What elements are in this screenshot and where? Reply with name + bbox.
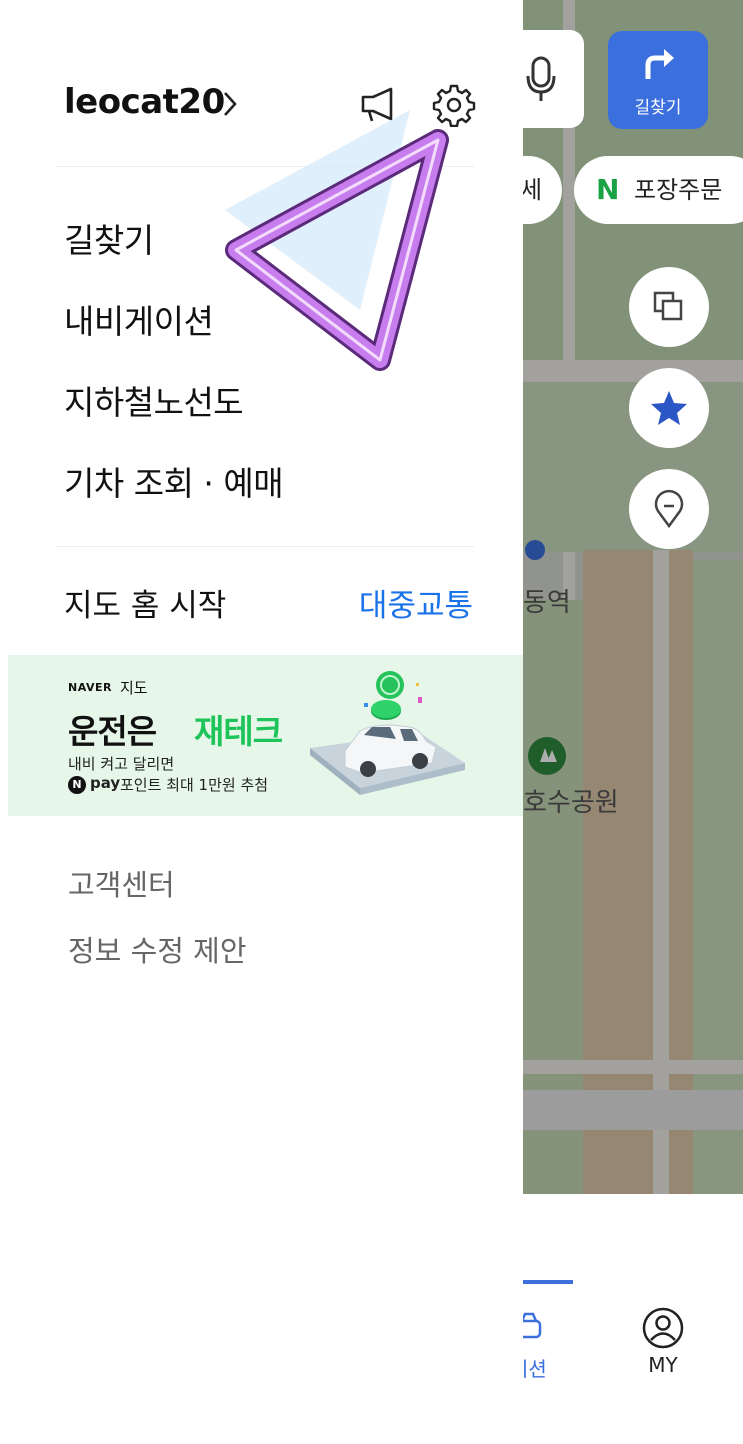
car-coins-illustration <box>310 671 465 795</box>
banner-title-highlight: 재테크 <box>194 712 283 751</box>
favorites-button[interactable] <box>629 368 709 448</box>
route-button-label: 길찾기 <box>634 98 682 118</box>
filter-chip-label: 세 <box>520 176 543 204</box>
profile-icon <box>642 1307 684 1349</box>
tab-indicator <box>523 1280 573 1284</box>
banner-title: 운전은 <box>68 712 157 751</box>
menu-item-navigation[interactable]: 내비게이션 <box>64 295 214 343</box>
layers-icon <box>653 291 683 321</box>
map-home-start-label: 지도 홈 시작 <box>64 588 227 624</box>
banner-subtitle: 내비 켜고 달리면 <box>68 755 175 773</box>
menu-item-directions[interactable]: 길찾기 <box>64 214 154 262</box>
naver-n-icon: N <box>596 173 620 206</box>
triangle-annotation <box>225 110 449 371</box>
package-order-chip[interactable]: N 포장주문 <box>574 156 743 224</box>
microphone-icon <box>526 56 556 101</box>
map-home-start-value[interactable]: 대중교통 <box>359 580 473 625</box>
promo-banner[interactable]: NAVER 지도 운전은 재테크 내비 켜고 달리면 N pay 포인트 최대 … <box>8 655 523 816</box>
naver-logo: NAVER <box>68 681 112 694</box>
location-pin-icon <box>654 489 684 529</box>
route-button[interactable]: 길찾기 <box>608 31 708 129</box>
npay-label: pay <box>90 774 121 792</box>
tab-my[interactable]: MY <box>620 1305 706 1385</box>
side-drawer: leocat20 길찾기 내비게이션 지하철노선도 기차 조회 · 예매 지도 … <box>0 0 523 1428</box>
banner-subtitle-2: 포인트 최대 1만원 추첨 <box>120 776 269 794</box>
divider <box>56 546 474 547</box>
banner-service-name: 지도 <box>120 679 148 697</box>
map-place-label: 호수공원 <box>523 788 619 818</box>
layers-button[interactable] <box>629 267 709 347</box>
customer-center-link[interactable]: 고객센터 <box>68 862 175 904</box>
map-place-label: 동역 <box>523 588 571 618</box>
npay-icon: N <box>68 776 86 794</box>
suggest-edit-link[interactable]: 정보 수정 제안 <box>68 928 247 970</box>
turn-right-arrow-icon <box>645 49 674 79</box>
location-button[interactable] <box>629 469 709 549</box>
menu-item-train-booking[interactable]: 기차 조회 · 예매 <box>64 457 284 505</box>
star-icon <box>651 391 687 425</box>
package-order-label: 포장주문 <box>634 176 723 204</box>
tab-my-label: MY <box>648 1353 678 1377</box>
